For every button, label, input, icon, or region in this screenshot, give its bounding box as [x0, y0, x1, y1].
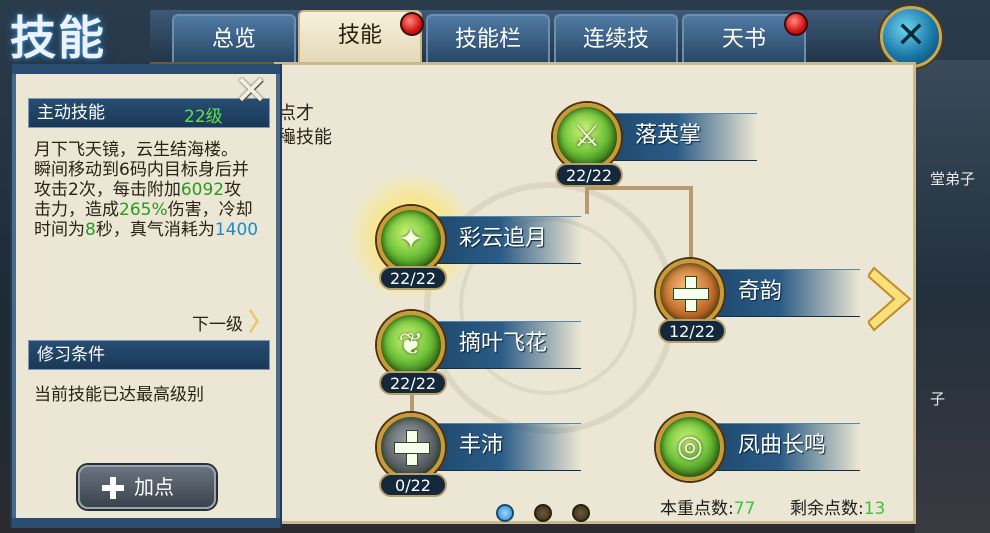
partially-hidden-text: 点才 [278, 103, 314, 124]
skill-level-label: 22级 [184, 107, 223, 127]
skill-info-panel: 主动技能 22级 月下飞天镜，云生结海楼。 瞬间移动到6码内目标身后并 攻击2次… [12, 64, 280, 528]
tab-skill-bar[interactable]: 技能栏 [426, 14, 550, 62]
skill-name: 落英掌 [635, 123, 702, 148]
desc-line: 击力，造成265%伤害，冷却 [34, 200, 253, 220]
plus-icon [377, 413, 445, 481]
close-window-button[interactable]: ✕ [880, 6, 942, 68]
desc-line: 时间为8秒，真气消耗为1400 [34, 220, 259, 240]
requirements-header-label: 修习条件 [37, 345, 105, 365]
desc-line: 攻击2次，每击附加6092攻 [34, 180, 242, 200]
leaping-figure-icon: ✦ [377, 206, 445, 274]
skill-level: 0/22 [379, 473, 447, 497]
requirements-header: 修习条件 [28, 340, 270, 370]
close-icon: ✕ [234, 68, 268, 114]
green-swirl-icon: ◎ [656, 413, 724, 481]
remaining-points: 剩余点数:13 [790, 494, 885, 519]
page-title: 技能 [10, 11, 106, 65]
tab-overview[interactable]: 总览 [172, 14, 296, 62]
skill-level: 22/22 [555, 163, 623, 187]
flying-leaves-icon: ❦ [377, 311, 445, 379]
skill-name: 奇韵 [738, 279, 783, 304]
tab-heavenly-book-badge [784, 12, 808, 36]
requirement-text: 当前技能已达最高级别 [34, 385, 204, 405]
background-npc-label: 堂弟子 [930, 170, 976, 188]
next-level-label: 下一级 [192, 315, 243, 335]
skill-level: 22/22 [379, 266, 447, 290]
remaining-points-label: 剩余点数: [790, 499, 864, 519]
plus-icon [102, 477, 124, 499]
panel-bottom-edge [12, 518, 280, 528]
current-points: 本重点数:77 [660, 494, 755, 519]
skill-level: 22/22 [379, 371, 447, 395]
close-info-panel-button[interactable]: ✕ [232, 71, 270, 111]
chevron-right-icon: 〉 [248, 308, 273, 336]
remaining-points-value: 13 [863, 499, 886, 519]
add-point-label: 加点 [134, 475, 174, 499]
skill-name: 摘叶飞花 [459, 331, 548, 356]
crossed-swords-icon: ⚔ [553, 103, 621, 171]
skill-name: 彩云追月 [459, 226, 548, 251]
next-page-arrow-icon[interactable] [868, 264, 914, 334]
desc-line: 月下飞天镜，云生结海楼。 [34, 140, 238, 160]
current-points-label: 本重点数: [660, 499, 734, 519]
skill-description: 月下飞天镜，云生结海楼。 瞬间移动到6码内目标身后并 攻击2次，每击附加6092… [34, 140, 266, 240]
current-points-value: 77 [733, 499, 756, 519]
desc-line: 瞬间移动到6码内目标身后并 [34, 160, 249, 180]
tree-connector [689, 186, 693, 262]
tab-skills-badge [400, 12, 424, 36]
close-icon: ✕ [895, 15, 927, 56]
plus-icon [656, 259, 724, 327]
page-dot-1[interactable] [496, 504, 514, 522]
partially-hidden-text-2: 龝技能 [278, 127, 332, 148]
background-scene-right [915, 60, 990, 533]
skill-type: 主动技能 [37, 103, 105, 123]
skill-name: 凤曲长鸣 [738, 433, 827, 458]
background-npc-label-2: 子 [930, 390, 946, 408]
tab-combo-skills[interactable]: 连续技 [554, 14, 678, 62]
page-dot-3[interactable] [572, 504, 590, 522]
add-point-button[interactable]: 加点 [78, 465, 216, 509]
next-level-button[interactable]: 下一级 〉 [192, 302, 272, 337]
page-dot-2[interactable] [534, 504, 552, 522]
skill-level: 12/22 [658, 319, 726, 343]
skill-name: 丰沛 [459, 433, 504, 458]
